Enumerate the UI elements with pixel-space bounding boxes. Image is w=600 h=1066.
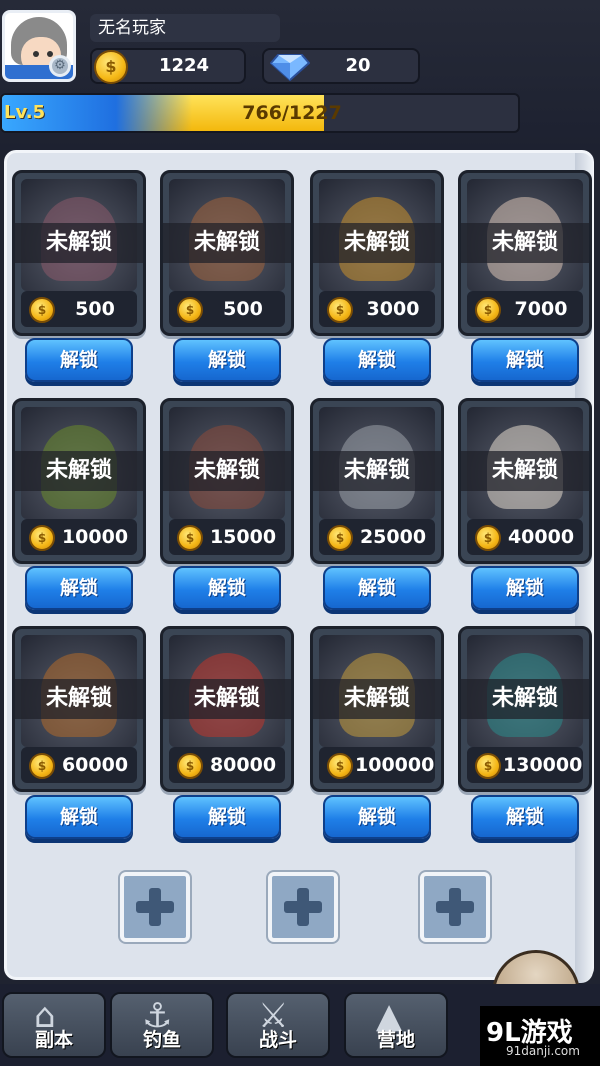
unlock-price: 40000 [507,526,575,548]
locked-label: 未解锁 [461,451,589,491]
price-bar: $40000 [467,519,583,555]
character-card[interactable]: 未解锁 $80000 [160,626,294,792]
nav-battle-button[interactable]: ⚔ 战斗 [226,992,330,1058]
price-bar: $10000 [21,519,137,555]
nav-label: 钓鱼 [142,1029,181,1051]
unlock-price: 80000 [209,754,277,776]
price-bar: $15000 [169,519,285,555]
add-slot-button[interactable] [120,872,190,942]
gold-coin-icon: $ [327,525,353,551]
locked-label: 未解锁 [313,679,441,719]
unlock-button[interactable]: 解锁 [471,566,579,610]
settings-gear-icon[interactable]: ⚙ [49,55,71,77]
unlock-button[interactable]: 解锁 [173,338,281,382]
experience-text: 766/1227 [242,102,342,124]
gold-coin-icon: $ [29,297,55,323]
unlock-button[interactable]: 解锁 [323,338,431,382]
locked-label: 未解锁 [15,223,143,263]
locked-label: 未解锁 [15,679,143,719]
unlock-price: 15000 [209,526,277,548]
gold-coin-icon: $ [327,753,353,779]
character-card[interactable]: 未解锁 $130000 [458,626,592,792]
gold-coin-icon: $ [29,525,55,551]
character-card[interactable]: 未解锁 $40000 [458,398,592,564]
top-hud: ⚙ 无名玩家 $ 1224 20 Lv.5 766/1227 [0,0,600,150]
unlock-price: 10000 [61,526,129,548]
nav-label: 战斗 [258,1029,297,1051]
price-bar: $130000 [467,747,583,783]
nav-dungeon-button[interactable]: ⌂ 副本 [2,992,106,1058]
price-bar: $500 [21,291,137,327]
price-bar: $3000 [319,291,435,327]
unlock-price: 500 [223,298,263,320]
unlock-button[interactable]: 解锁 [471,795,579,839]
character-card[interactable]: 未解锁 $3000 [310,170,444,336]
unlock-button[interactable]: 解锁 [323,795,431,839]
gold-coin-icon: $ [177,753,203,779]
unlock-button[interactable]: 解锁 [25,338,133,382]
experience-bar: Lv.5 766/1227 [0,93,520,133]
character-card[interactable]: 未解锁 $15000 [160,398,294,564]
nav-camp-button[interactable]: ▲ 营地 [344,992,448,1058]
player-name: 无名玩家 [90,14,280,42]
locked-label: 未解锁 [163,223,291,263]
gold-coin-icon: $ [177,297,203,323]
unlock-button[interactable]: 解锁 [323,566,431,610]
character-card[interactable]: 未解锁 $10000 [12,398,146,564]
locked-label: 未解锁 [15,451,143,491]
unlock-button[interactable]: 解锁 [471,338,579,382]
unlock-button[interactable]: 解锁 [173,566,281,610]
nav-fishing-button[interactable]: ⚓ 钓鱼 [110,992,214,1058]
character-card[interactable]: 未解锁 $500 [160,170,294,336]
unlock-price: 500 [75,298,115,320]
gold-coin-icon: $ [475,753,501,779]
add-slot-button[interactable] [420,872,490,942]
character-card[interactable]: 未解锁 $7000 [458,170,592,336]
unlock-price: 60000 [61,754,129,776]
level-label: Lv.5 [4,102,46,123]
gold-coin-icon: $ [94,50,128,84]
locked-label: 未解锁 [313,451,441,491]
character-card[interactable]: 未解锁 $500 [12,170,146,336]
character-card[interactable]: 未解锁 $100000 [310,626,444,792]
nav-label: 营地 [376,1029,415,1051]
gold-coin-icon: $ [327,297,353,323]
locked-label: 未解锁 [461,679,589,719]
price-bar: $25000 [319,519,435,555]
gold-coin-icon: $ [475,297,501,323]
unlock-button[interactable]: 解锁 [25,795,133,839]
player-avatar[interactable]: ⚙ [2,10,76,82]
unlock-price: 3000 [366,298,420,320]
character-card[interactable]: 未解锁 $25000 [310,398,444,564]
unlock-button[interactable]: 解锁 [173,795,281,839]
gold-amount: 1224 [158,55,210,76]
nav-label: 副本 [34,1029,73,1051]
locked-label: 未解锁 [163,679,291,719]
avatar-eye [33,51,39,57]
gold-coin-icon: $ [177,525,203,551]
unlock-button[interactable]: 解锁 [25,566,133,610]
locked-label: 未解锁 [313,223,441,263]
character-card[interactable]: 未解锁 $60000 [12,626,146,792]
price-bar: $500 [169,291,285,327]
price-bar: $100000 [319,747,435,783]
gold-counter: $ 1224 [90,48,246,84]
price-bar: $80000 [169,747,285,783]
diamond-counter: 20 [262,48,420,84]
unlock-price: 25000 [359,526,427,548]
price-bar: $60000 [21,747,137,783]
unlock-price: 100000 [355,754,435,776]
watermark-url: 91danji.com [506,1044,580,1058]
unlock-price: 130000 [503,754,583,776]
gold-coin-icon: $ [29,753,55,779]
locked-label: 未解锁 [461,223,589,263]
watermark: 9L游戏 91danji.com [480,1006,600,1066]
add-slot-button[interactable] [268,872,338,942]
avatar-eye [47,51,53,57]
price-bar: $7000 [467,291,583,327]
locked-label: 未解锁 [163,451,291,491]
diamond-amount: 20 [345,55,371,76]
unlock-price: 7000 [514,298,568,320]
gold-coin-icon: $ [475,525,501,551]
